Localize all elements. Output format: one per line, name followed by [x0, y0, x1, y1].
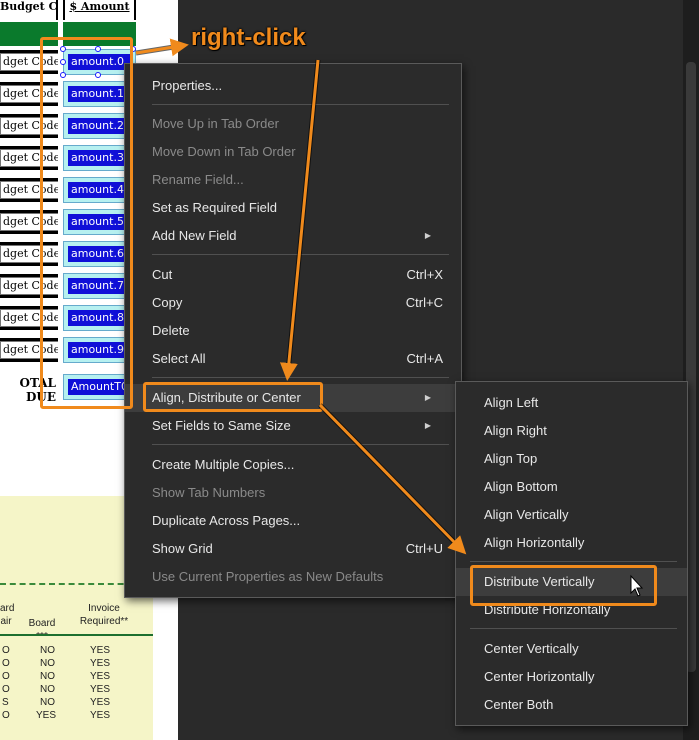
arrow-to-distribute: [318, 403, 467, 555]
callout-arrows: [135, 38, 644, 597]
mouse-cursor-icon: [630, 574, 644, 597]
arrow-to-align: [279, 59, 320, 381]
